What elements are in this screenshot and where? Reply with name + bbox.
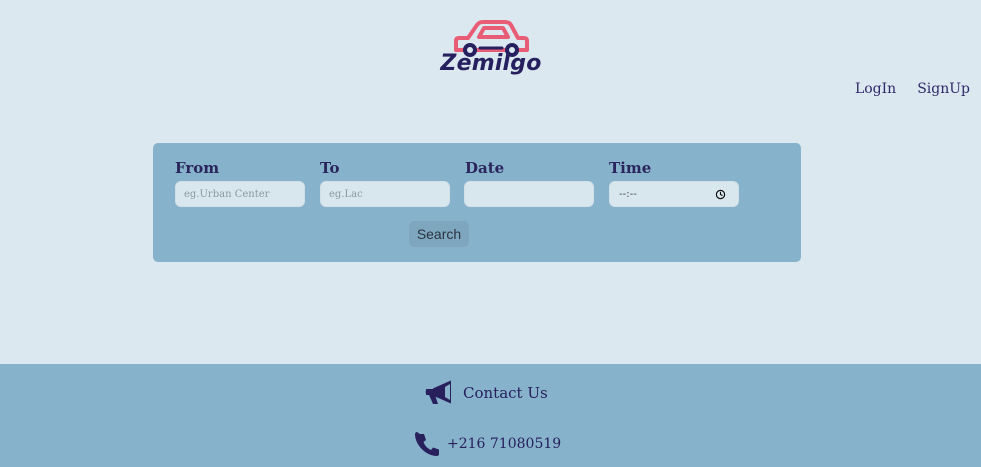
contact-us-link[interactable]: Contact Us bbox=[423, 379, 548, 407]
from-input[interactable] bbox=[175, 181, 305, 207]
megaphone-icon bbox=[425, 380, 451, 404]
phone-contact[interactable]: +216 71080519 bbox=[415, 432, 561, 456]
date-input[interactable] bbox=[464, 181, 594, 207]
time-label: Time bbox=[609, 159, 652, 177]
search-button[interactable]: Search bbox=[409, 221, 469, 247]
brand-logo[interactable]: Zemilgo bbox=[440, 18, 542, 80]
time-value: --:-- bbox=[619, 189, 637, 200]
time-input[interactable]: --:-- bbox=[609, 181, 739, 207]
footer: Contact Us +216 71080519 bbox=[0, 364, 981, 467]
to-input[interactable] bbox=[320, 181, 450, 207]
date-label: Date bbox=[465, 159, 505, 177]
login-link[interactable]: LogIn bbox=[855, 81, 896, 97]
contact-us-label: Contact Us bbox=[463, 384, 548, 402]
phone-number: +216 71080519 bbox=[447, 436, 562, 452]
brand-name: Zemilgo bbox=[440, 51, 542, 76]
from-label: From bbox=[175, 159, 220, 177]
to-label: To bbox=[320, 159, 340, 177]
top-navigation: LogIn SignUp bbox=[855, 81, 970, 97]
clock-icon[interactable] bbox=[715, 189, 726, 200]
signup-link[interactable]: SignUp bbox=[917, 81, 970, 97]
phone-icon bbox=[415, 432, 439, 456]
trip-search-panel: From To Date Time --:-- Search bbox=[153, 143, 801, 262]
